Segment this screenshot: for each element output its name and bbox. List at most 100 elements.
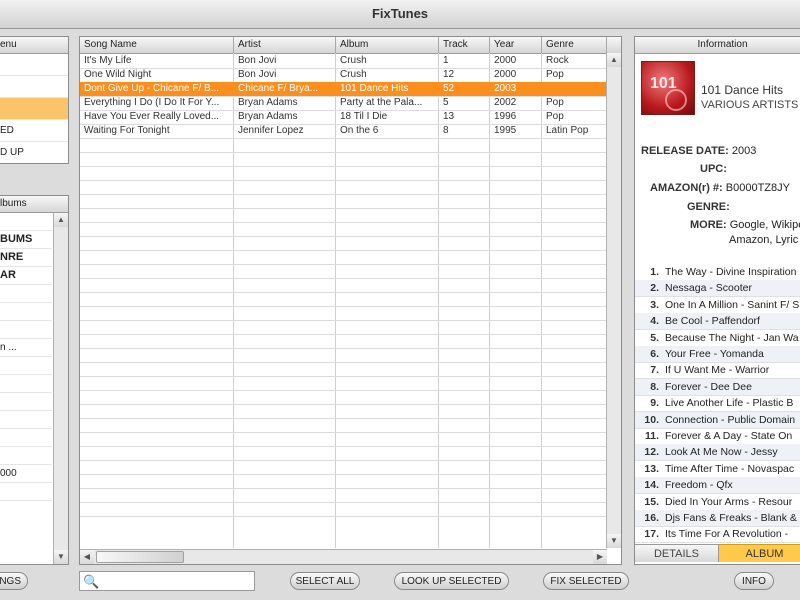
- album-track-item[interactable]: 10. Connection - Public Domain: [635, 411, 800, 429]
- album-track-item[interactable]: 8. Forever - Dee Dee: [635, 378, 800, 396]
- fix-selected-button[interactable]: FIX SELECTED: [543, 572, 629, 590]
- table-row[interactable]: Waiting For Tonight Jennifer Lopez On the …: [80, 124, 621, 139]
- album-list-item[interactable]: [0, 303, 52, 321]
- column-header-genre[interactable]: Genre: [542, 37, 607, 53]
- song-scroll-right[interactable]: ▶: [593, 550, 607, 564]
- menu-item[interactable]: D UP: [0, 142, 68, 163]
- album-track-item[interactable]: 17. Its Time For A Revolution -: [635, 526, 800, 544]
- search-box[interactable]: 🔍: [79, 571, 255, 591]
- table-row[interactable]: [80, 278, 621, 293]
- album-track-item[interactable]: 12. Look At Me Now - Jessy: [635, 444, 800, 462]
- album-list-item[interactable]: [0, 411, 52, 429]
- album-list-item[interactable]: [0, 447, 52, 465]
- more-links-line2[interactable]: Amazon, Lyric: [729, 234, 798, 246]
- column-header-artist[interactable]: Artist: [234, 37, 336, 53]
- album-track-item[interactable]: 13. Time After Time - Novaspac: [635, 461, 800, 478]
- album-list-item[interactable]: 000: [0, 465, 52, 483]
- album-track-item[interactable]: 16. Djs Fans & Freaks - Blank &: [635, 510, 800, 527]
- table-row[interactable]: It's My Life Bon Jovi Crush 1 2000 Rock: [80, 54, 621, 69]
- table-row[interactable]: [80, 306, 621, 321]
- table-row[interactable]: [80, 292, 621, 307]
- table-row[interactable]: [80, 348, 621, 363]
- table-row[interactable]: Everything I Do (I Do It For Y... Bryan A…: [80, 96, 621, 111]
- album-list-item[interactable]: [0, 393, 52, 411]
- album-list-item[interactable]: AR: [0, 267, 52, 285]
- album-track-item[interactable]: 1. The Way - Divine Inspiration: [635, 264, 800, 281]
- song-table-vscroll[interactable]: ▲ ▼: [606, 53, 621, 548]
- search-input[interactable]: [102, 574, 254, 590]
- table-row[interactable]: Dont Give Up - Chicane F/ B... Chicane F/…: [80, 82, 621, 97]
- tab-details[interactable]: DETAILS: [635, 544, 719, 562]
- albums-scroll-up[interactable]: ▲: [54, 213, 68, 227]
- tab-album[interactable]: ALBUM: [719, 544, 800, 562]
- song-scroll-down[interactable]: ▼: [607, 534, 621, 548]
- table-row[interactable]: [80, 446, 621, 461]
- settings-button[interactable]: NGS: [0, 572, 28, 590]
- table-row[interactable]: [80, 474, 621, 489]
- table-row[interactable]: [80, 138, 621, 153]
- amazon-value[interactable]: B0000TZ8JY: [726, 182, 790, 194]
- menu-item[interactable]: [0, 76, 68, 98]
- table-row[interactable]: [80, 362, 621, 377]
- table-row[interactable]: [80, 488, 621, 503]
- menu-item[interactable]: ED: [0, 120, 68, 142]
- table-row[interactable]: [80, 194, 621, 209]
- album-list-item[interactable]: [0, 375, 52, 393]
- album-list-item[interactable]: n ...: [0, 339, 52, 357]
- table-row[interactable]: [80, 390, 621, 405]
- look-up-selected-button[interactable]: LOOK UP SELECTED: [394, 572, 509, 590]
- table-row[interactable]: [80, 152, 621, 167]
- album-track-item[interactable]: 4. Be Cool - Paffendorf: [635, 313, 800, 331]
- table-row[interactable]: [80, 404, 621, 419]
- album-list-item[interactable]: [0, 321, 52, 339]
- albums-scrollbar[interactable]: ▲ ▼: [53, 213, 68, 564]
- albums-scroll-down[interactable]: ▼: [54, 550, 68, 564]
- album-list-item[interactable]: BUMS: [0, 231, 52, 249]
- album-list-item[interactable]: NRE: [0, 249, 52, 267]
- table-row[interactable]: [80, 222, 621, 237]
- table-row[interactable]: [80, 264, 621, 279]
- album-list-item[interactable]: [0, 213, 52, 231]
- song-scroll-up[interactable]: ▲: [607, 53, 621, 67]
- album-track-item[interactable]: 15. Died In Your Arms - Resour: [635, 494, 800, 511]
- table-row[interactable]: [80, 432, 621, 447]
- table-row[interactable]: [80, 502, 621, 517]
- column-header-year[interactable]: Year: [490, 37, 542, 53]
- table-row[interactable]: [80, 180, 621, 195]
- table-row[interactable]: One Wild Night Bon Jovi Crush 12 2000 Pop: [80, 68, 621, 83]
- table-row[interactable]: [80, 320, 621, 335]
- amazon-label: AMAZON(r) #:: [650, 182, 723, 194]
- album-track-item[interactable]: 6. Your Free - Yomanda: [635, 346, 800, 363]
- song-hscroll-thumb[interactable]: [96, 551, 184, 563]
- song-table-hscroll[interactable]: ◀ ▶: [80, 549, 607, 564]
- table-row[interactable]: Have You Ever Really Loved... Bryan Adams…: [80, 110, 621, 125]
- table-row[interactable]: [80, 334, 621, 349]
- album-track-item[interactable]: 14. Freedom - Qfx: [635, 477, 800, 495]
- album-list-item[interactable]: [0, 285, 52, 303]
- album-track-item[interactable]: 5. Because The Night - Jan Wa: [635, 330, 800, 347]
- table-row[interactable]: [80, 208, 621, 223]
- column-header-album[interactable]: Album: [336, 37, 439, 53]
- album-list-item[interactable]: [0, 483, 52, 501]
- song-scroll-left[interactable]: ◀: [80, 550, 94, 564]
- album-list-item[interactable]: [0, 429, 52, 447]
- table-row[interactable]: [80, 376, 621, 391]
- table-row[interactable]: [80, 460, 621, 475]
- album-track-item[interactable]: 7. If U Want Me - Warrior: [635, 362, 800, 380]
- table-row[interactable]: [80, 250, 621, 265]
- more-links[interactable]: Google, Wikipe: [730, 219, 800, 231]
- album-track-item[interactable]: 9. Live Another Life - Plastic B: [635, 395, 800, 413]
- menu-item[interactable]: [0, 54, 68, 76]
- column-header-track[interactable]: Track: [439, 37, 490, 53]
- select-all-button[interactable]: SELECT ALL: [290, 572, 360, 590]
- album-track-item[interactable]: 2. Nessaga - Scooter: [635, 280, 800, 298]
- album-track-item[interactable]: 11. Forever & A Day - State On: [635, 428, 800, 445]
- table-row[interactable]: [80, 418, 621, 433]
- album-list-item[interactable]: [0, 357, 52, 375]
- table-row[interactable]: [80, 236, 621, 251]
- album-track-item[interactable]: 3. One In A Million - Sanint F/ S: [635, 297, 800, 314]
- menu-item[interactable]: [0, 98, 68, 120]
- column-header-song[interactable]: Song Name: [80, 37, 234, 53]
- table-row[interactable]: [80, 166, 621, 181]
- info-button[interactable]: INFO: [734, 572, 774, 590]
